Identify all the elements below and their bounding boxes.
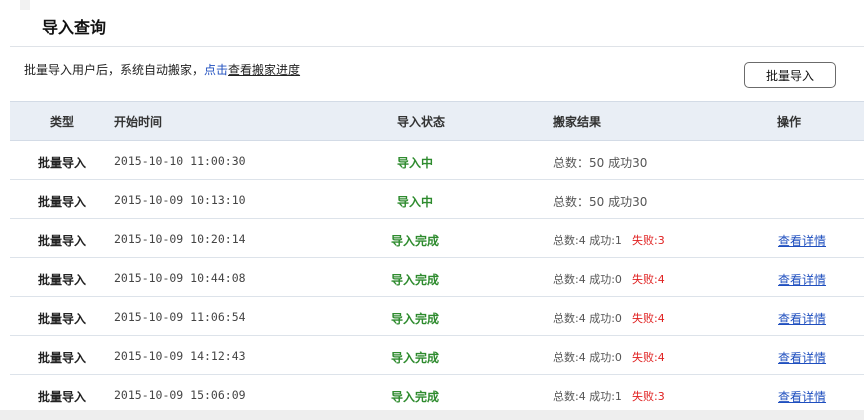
row-status: 导入完成 (391, 234, 440, 248)
row-type: 批量导入 (38, 156, 87, 170)
row-start-time: 2015-10-09 10:44:08 (114, 271, 246, 285)
info-tip: 批量导入用户后，系统自动搬家，点击查看搬家进度 (24, 61, 300, 78)
header-result: 搬家结果 (553, 115, 602, 129)
row-result: 总数：50 成功30 (553, 195, 648, 209)
row-status: 导入完成 (391, 351, 440, 365)
view-details-link[interactable]: 查看详情 (778, 349, 826, 366)
table-row: 批量导入 2015-10-09 11:06:54 导入完成 总数:4 成功:0 失败:4… (10, 297, 864, 336)
row-result: 总数:4 成功:0 (553, 273, 622, 286)
title-decoration (20, 0, 30, 10)
row-type: 批量导入 (38, 273, 87, 287)
row-result: 总数:4 成功:0 (553, 312, 622, 325)
row-type: 批量导入 (38, 312, 87, 326)
table-row: 批量导入 2015-10-10 11:00:30 导入中 总数：50 成功30 (10, 141, 864, 180)
page-title: 导入查询 (42, 18, 107, 37)
view-details-link[interactable]: 查看详情 (778, 232, 826, 249)
row-start-time: 2015-10-10 11:00:30 (114, 154, 246, 168)
row-fail-count: 失败:4 (632, 273, 665, 286)
table-row: 批量导入 2015-10-09 10:20:14 导入完成 总数:4 成功:1 失败:3… (10, 219, 864, 258)
table-body: 批量导入 2015-10-10 11:00:30 导入中 总数：50 成功30 批量导入… (10, 141, 864, 414)
view-progress-link[interactable]: 查看搬家进度 (228, 63, 300, 77)
row-start-time: 2015-10-09 11:06:54 (114, 310, 246, 324)
row-start-time: 2015-10-09 10:13:10 (114, 193, 246, 207)
table-row: 批量导入 2015-10-09 14:12:43 导入完成 总数:4 成功:0 失败:4… (10, 336, 864, 375)
tip-link-prefix[interactable]: 点击 (204, 63, 228, 77)
row-start-time: 2015-10-09 14:12:43 (114, 349, 246, 363)
table-header: 类型 开始时间 导入状态 搬家结果 操作 (10, 101, 864, 141)
import-table: 类型 开始时间 导入状态 搬家结果 操作 批量导入 2015-10-10 11:0… (10, 101, 864, 414)
view-details-link[interactable]: 查看详情 (778, 310, 826, 327)
title-divider (10, 46, 864, 47)
row-type: 批量导入 (38, 351, 87, 365)
row-fail-count: 失败:3 (632, 234, 665, 247)
row-type: 批量导入 (38, 234, 87, 248)
row-status: 导入完成 (391, 390, 440, 404)
table-row: 批量导入 2015-10-09 10:13:10 导入中 总数：50 成功30 (10, 180, 864, 219)
row-type: 批量导入 (38, 195, 87, 209)
batch-import-button[interactable]: 批量导入 (744, 62, 836, 88)
table-row: 批量导入 2015-10-09 15:06:09 导入完成 总数:4 成功:1 失败:3… (10, 375, 864, 414)
row-fail-count: 失败:3 (632, 390, 665, 403)
row-status: 导入中 (397, 156, 434, 170)
tip-text: 批量导入用户后，系统自动搬家， (24, 63, 205, 77)
header-type: 类型 (50, 115, 75, 129)
table-row: 批量导入 2015-10-09 10:44:08 导入完成 总数:4 成功:0 失败:4… (10, 258, 864, 297)
row-start-time: 2015-10-09 15:06:09 (114, 388, 246, 402)
bottom-scroll-area (0, 410, 864, 420)
view-details-link[interactable]: 查看详情 (778, 388, 826, 405)
row-result: 总数:4 成功:1 (553, 234, 622, 247)
row-fail-count: 失败:4 (632, 312, 665, 325)
view-details-link[interactable]: 查看详情 (778, 271, 826, 288)
header-status: 导入状态 (397, 115, 446, 129)
row-result: 总数：50 成功30 (553, 156, 648, 170)
header-action: 操作 (777, 115, 802, 129)
row-start-time: 2015-10-09 10:20:14 (114, 232, 246, 246)
row-status: 导入完成 (391, 273, 440, 287)
row-type: 批量导入 (38, 390, 87, 404)
header-start-time: 开始时间 (114, 115, 163, 129)
row-fail-count: 失败:4 (632, 351, 665, 364)
row-result: 总数:4 成功:0 (553, 351, 622, 364)
title-bar: 导入查询 (0, 0, 864, 46)
row-status: 导入中 (397, 195, 434, 209)
row-result: 总数:4 成功:1 (553, 390, 622, 403)
row-status: 导入完成 (391, 312, 440, 326)
